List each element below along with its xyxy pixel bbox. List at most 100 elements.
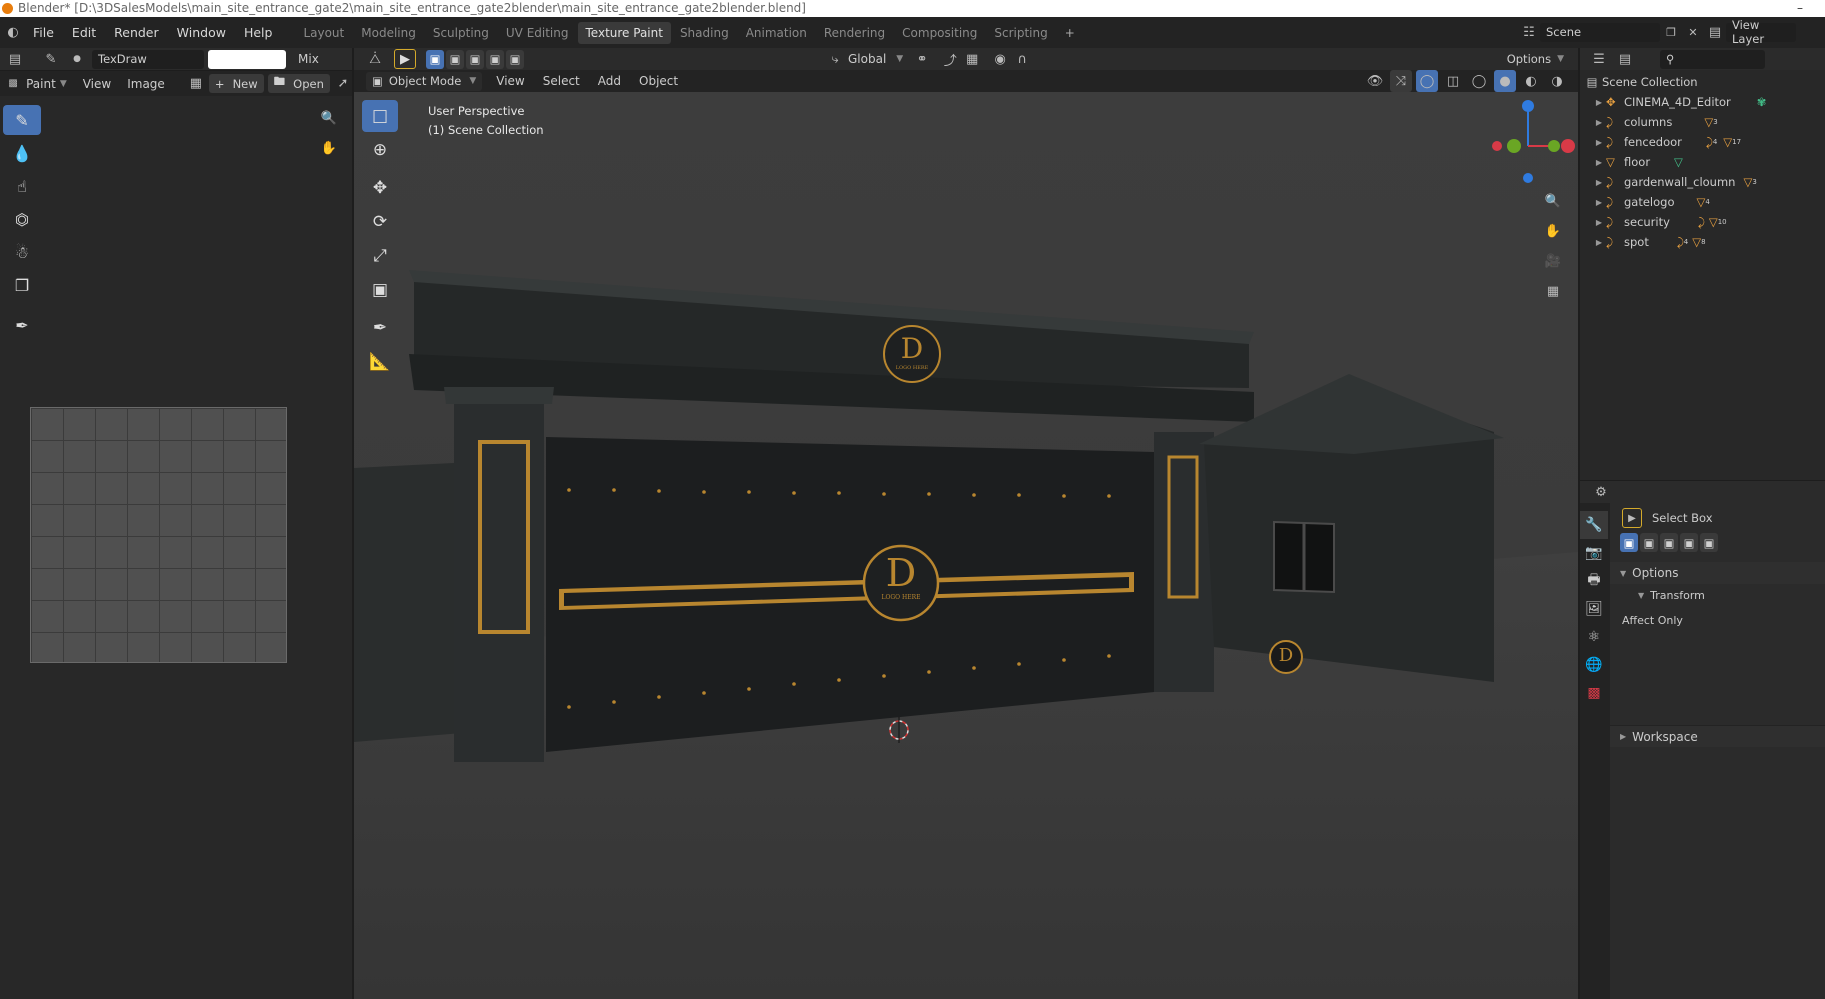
properties-editor-icon[interactable]: ⚙ (1590, 481, 1612, 503)
material-shading-icon[interactable]: ◐ (1520, 70, 1542, 92)
falloff-icon[interactable]: ∩ (1011, 48, 1033, 70)
hand-pan-icon[interactable]: ✋ (318, 137, 340, 159)
menu-edit[interactable]: Edit (63, 25, 105, 40)
extend-selection-icon[interactable]: ▣ (1640, 533, 1658, 552)
scene-icon[interactable]: ☷ (1518, 21, 1540, 43)
extend-selection-icon[interactable]: ▣ (446, 49, 464, 69)
scene-tab-icon[interactable]: ⚛ (1580, 623, 1608, 651)
pan-view-icon[interactable]: ✋ (1542, 220, 1564, 242)
expand-arrow-icon[interactable]: ▶ (1592, 218, 1606, 227)
rendered-shading-icon[interactable]: ◑ (1546, 70, 1568, 92)
invert-selection-icon[interactable]: ▣ (486, 49, 504, 69)
soften-tool-icon[interactable]: 💧 (3, 138, 41, 168)
cursor-tool-icon[interactable]: ⊕ (362, 134, 398, 166)
image-browse-icon[interactable]: ▦ (187, 73, 205, 95)
pivot-icon[interactable]: ⚭ (911, 48, 933, 70)
blend-mode[interactable]: Mix (298, 52, 319, 66)
menu-file[interactable]: File (24, 25, 63, 40)
menu-image[interactable]: Image (127, 77, 165, 91)
brush-icon[interactable]: ✎ (40, 48, 62, 70)
tab-scripting[interactable]: Scripting (986, 22, 1055, 44)
render-tab-icon[interactable]: 📷 (1580, 539, 1608, 567)
outliner-item[interactable]: ▶ ⤸ gardenwall_cloumn ▽ 3 (1582, 172, 1825, 192)
editor-type-icon[interactable]: ▤ (4, 48, 26, 70)
xray-icon[interactable]: ◫ (1442, 70, 1464, 92)
measure-tool-icon[interactable]: 📐 (362, 346, 398, 378)
paint-mode-dropdown[interactable]: Paint (26, 77, 56, 91)
tab-sculpting[interactable]: Sculpting (425, 22, 497, 44)
select-tool-icon[interactable]: ▶ (394, 49, 416, 69)
expand-arrow-icon[interactable]: ▶ (1592, 238, 1606, 247)
solid-shading-icon[interactable]: ● (1494, 70, 1516, 92)
menu-window[interactable]: Window (168, 25, 235, 40)
zoom-icon[interactable]: 🔍 (318, 107, 340, 129)
set-selection-icon[interactable]: ▣ (1620, 533, 1638, 552)
outliner-item[interactable]: ▶ ⤸ gatelogo ▽ 4 (1582, 192, 1825, 212)
texture-tab-icon[interactable]: ▩ (1580, 679, 1608, 707)
brush-color-swatch[interactable] (208, 49, 286, 69)
pin-icon[interactable]: ➚ (334, 73, 352, 95)
outliner-item[interactable]: ▶ ⤸ security ⤸ ▽ 10 (1582, 212, 1825, 232)
world-tab-icon[interactable]: 🌐 (1580, 651, 1608, 679)
object-mode-dropdown[interactable]: ▣ Object Mode ▼ (366, 71, 483, 91)
subtract-selection-icon[interactable]: ▣ (466, 49, 484, 69)
new-image-button[interactable]: + New (208, 74, 264, 93)
menu-object[interactable]: Object (639, 74, 678, 88)
expand-arrow-icon[interactable]: ▶ (1592, 198, 1606, 207)
paint-mode-icon[interactable]: ▩ (4, 73, 22, 95)
set-selection-icon[interactable]: ▣ (426, 49, 444, 69)
3d-viewport[interactable]: User Perspective (1) Scene Collection DL… (354, 92, 1578, 999)
outliner-item[interactable]: ▶ ⤸ columns ▽ 3 (1582, 112, 1825, 132)
display-mode-icon[interactable]: ▤ (1614, 48, 1636, 70)
menu-render[interactable]: Render (105, 25, 168, 40)
open-image-button[interactable]: 🖿 Open (267, 74, 330, 93)
menu-add[interactable]: Add (598, 74, 621, 88)
menu-select[interactable]: Select (543, 74, 580, 88)
overlays-icon[interactable]: ◯ (1416, 70, 1438, 92)
tab-animation[interactable]: Animation (738, 22, 815, 44)
menu-viewport-view[interactable]: View (496, 74, 524, 88)
ortho-toggle-icon[interactable]: ▦ (1542, 280, 1564, 302)
outliner-search-field[interactable]: ⚲ (1660, 49, 1765, 69)
options-dropdown[interactable]: Options ▼ (1500, 49, 1570, 69)
outliner-item[interactable]: ▶ ✥ CINEMA_4D_Editor ✾ (1582, 92, 1825, 112)
tab-compositing[interactable]: Compositing (894, 22, 985, 44)
wireframe-shading-icon[interactable]: ◯ (1468, 70, 1490, 92)
expand-arrow-icon[interactable]: ▶ (1592, 98, 1606, 107)
scale-tool-icon[interactable]: ⤢ (362, 240, 398, 272)
tool-tab-icon[interactable]: 🔧 (1580, 511, 1608, 539)
draw-tool-icon[interactable]: ✎ (3, 105, 41, 135)
menu-help[interactable]: Help (235, 25, 282, 40)
outliner-item[interactable]: ▶ ▽ floor ▽ (1582, 152, 1825, 172)
move-tool-icon[interactable]: ✥ (362, 172, 398, 204)
remove-scene-icon[interactable]: ✕ (1682, 21, 1704, 43)
intersect-selection-icon[interactable]: ▣ (506, 49, 524, 69)
outliner-item[interactable]: ▶ ⤸ spot ⤸ 4 ▽ 8 (1582, 232, 1825, 252)
view-layer-field[interactable]: View Layer (1726, 18, 1796, 46)
scene-field[interactable]: Scene (1540, 22, 1660, 42)
view-layer-icon[interactable]: ▤ (1704, 21, 1726, 43)
mask-tool-icon[interactable]: ❐ (3, 270, 41, 300)
annotate-tool-icon[interactable]: ✒ (362, 312, 398, 344)
orientation-dropdown[interactable]: Global (848, 52, 886, 66)
expand-arrow-icon[interactable]: ▶ (1592, 158, 1606, 167)
tab-uv-editing[interactable]: UV Editing (498, 22, 577, 44)
transform-subpanel-header[interactable]: ▼ Transform (1610, 584, 1825, 606)
gizmo-icon[interactable]: ⤨ (1390, 70, 1412, 92)
expand-arrow-icon[interactable]: ▶ (1592, 178, 1606, 187)
expand-arrow-icon[interactable]: ▶ (1592, 118, 1606, 127)
tab-rendering[interactable]: Rendering (816, 22, 893, 44)
outliner-scene-collection[interactable]: ▤ Scene Collection (1582, 72, 1825, 92)
camera-view-icon[interactable]: 🎥 (1542, 250, 1564, 272)
intersect-selection-icon[interactable]: ▣ (1700, 533, 1718, 552)
view-layer-tab-icon[interactable]: 🖼 (1580, 595, 1608, 623)
brush-type-icon[interactable]: ● (66, 48, 88, 70)
outliner-item[interactable]: ▶ ⤸ fencedoor ⤸ 4 ▽ 17 (1582, 132, 1825, 152)
annotate-tool-icon[interactable]: ✒ (3, 310, 41, 340)
add-workspace-button[interactable]: + (1057, 22, 1083, 44)
fill-tool-icon[interactable]: ☃ (3, 237, 41, 267)
minimize-button[interactable]: – (1797, 0, 1803, 17)
tab-modeling[interactable]: Modeling (353, 22, 424, 44)
subtract-selection-icon[interactable]: ▣ (1660, 533, 1678, 552)
transform-tool-icon[interactable]: ▣ (362, 274, 398, 306)
